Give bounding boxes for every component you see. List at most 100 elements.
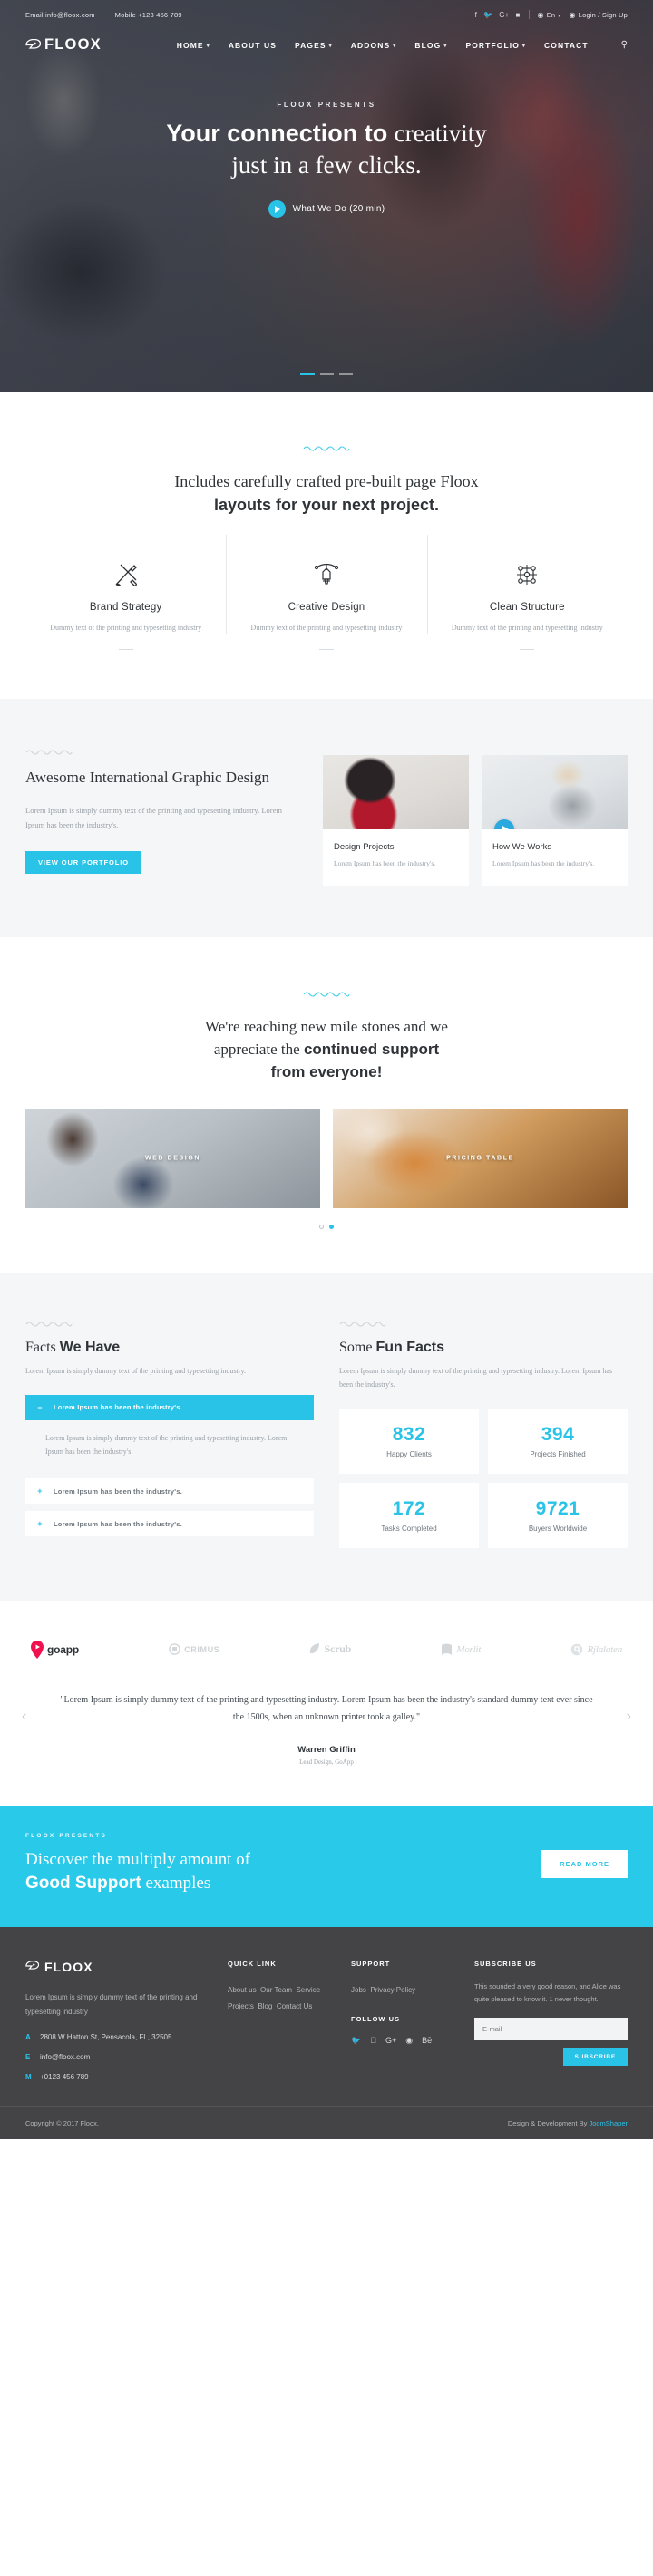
feature-list: Brand Strategy Dummy text of the printin… — [0, 535, 653, 699]
card-title: Design Projects — [334, 841, 395, 852]
testimonial-prev-arrow[interactable]: ‹ — [22, 1709, 26, 1724]
milestones-dot-2[interactable] — [329, 1225, 334, 1230]
pen-tool-icon — [246, 558, 406, 591]
login-label: Login / Sign Up — [578, 10, 628, 19]
credit-link[interactable]: JoomShaper — [589, 2119, 628, 2127]
dribbble-icon[interactable]: ◉ — [405, 2036, 413, 2046]
floox-bird-icon — [25, 1961, 41, 1972]
how-we-works-card[interactable]: How We Works Lorem Ipsum has been the in… — [482, 754, 628, 886]
graphic-design-description: Lorem Ipsum is simply dummy text of the … — [25, 805, 282, 830]
accordion-item-3[interactable]: + Lorem Ipsum has been the industry's. — [25, 1511, 314, 1537]
testimonial-next-arrow[interactable]: › — [627, 1709, 631, 1724]
footer-quick-link-heading: QUICK LINK — [228, 1959, 277, 1968]
hero-dot-1[interactable] — [300, 373, 315, 375]
credit-prefix: Design & Development By — [507, 2119, 590, 2128]
footer-link-contact-us[interactable]: Contact Us — [277, 2002, 313, 2010]
footer-link-projects[interactable]: Projects — [228, 2002, 254, 2010]
google-plus-icon[interactable]: G+ — [499, 11, 509, 19]
footer-mobile-row: M +0123 456 789 — [25, 2072, 211, 2084]
gallery-item-web-design[interactable]: WEB DESIGN — [25, 1109, 320, 1209]
footer-support-column: SUPPORT Jobs Privacy Policy FOLLOW US 🐦 … — [351, 1960, 458, 2083]
footer-link-jobs[interactable]: Jobs — [351, 1986, 366, 1994]
google-plus-icon[interactable]: G+ — [385, 2036, 396, 2046]
counter-buyers-worldwide: 9721 Buyers Worldwide — [488, 1482, 628, 1548]
gallery-item-pricing-table[interactable]: PRICING TABLE — [333, 1109, 628, 1209]
card-image — [323, 754, 469, 829]
accordion-body-1: Lorem Ipsum is simply dummy text of the … — [45, 1433, 288, 1457]
accordion-item-2[interactable]: + Lorem Ipsum has been the industry's. — [25, 1478, 314, 1505]
accordion-label: Lorem Ipsum has been the industry's. — [54, 1519, 182, 1528]
footer-follow-heading: FOLLOW US — [351, 2014, 400, 2023]
facebook-icon[interactable]: f — [475, 11, 477, 19]
footer-link-about-us[interactable]: About us — [228, 1986, 257, 1994]
view-portfolio-button[interactable]: VIEW OUR PORTFOLIO — [25, 850, 141, 874]
language-selector[interactable]: ◉ En ▾ — [538, 11, 561, 19]
footer-link-service[interactable]: Service — [296, 1986, 320, 1994]
accordion-item-1[interactable]: − Lorem Ipsum has been the industry's. — [25, 1394, 314, 1420]
subscribe-button[interactable]: SUBSCRIBE — [562, 2048, 628, 2067]
footer-logo[interactable]: FLOOX — [25, 1960, 211, 1974]
credit-text: Design & Development By JoomShaper — [508, 2119, 628, 2127]
footer-link-blog[interactable]: Blog — [258, 2002, 272, 2010]
footer-link-our-team[interactable]: Our Team — [260, 1986, 292, 1994]
nav-item-label: PAGES — [295, 40, 326, 50]
fun-facts-title: Some Fun Facts — [339, 1340, 628, 1356]
behance-icon[interactable]: Bē — [422, 2036, 432, 2046]
hero-dot-2[interactable] — [320, 373, 334, 375]
footer-brand-name: FLOOX — [44, 1959, 93, 1974]
footer-link-privacy-policy[interactable]: Privacy Policy — [370, 1986, 415, 1994]
nav-item-portfolio[interactable]: PORTFOLIO ▾ — [465, 41, 526, 50]
milestones-title: We're reaching new mile stones and we ap… — [0, 1015, 653, 1083]
hero-title-line2: just in a few clicks. — [231, 150, 422, 179]
twitter-icon[interactable]: 🐦 — [483, 11, 492, 19]
twitter-icon[interactable]: 🐦 — [351, 2036, 361, 2046]
facts-section: Facts We Have Lorem Ipsum is simply dumm… — [0, 1273, 653, 1601]
hero-dot-3[interactable] — [339, 373, 353, 375]
gd-title-light: Awesome — [25, 768, 90, 786]
login-signup-link[interactable]: ◉ Login / Sign Up — [570, 11, 628, 19]
ms-line-2-bold: continued support — [303, 1040, 440, 1058]
footer-subscribe-column: SUBSCRIBE US This sounded a very good re… — [474, 1960, 628, 2083]
play-icon[interactable] — [494, 818, 514, 829]
footer-support-heading: SUPPORT — [351, 1959, 391, 1968]
milestones-dot-1[interactable] — [319, 1225, 324, 1230]
nav-item-blog[interactable]: BLOG ▾ — [414, 41, 447, 50]
design-projects-card[interactable]: Design Projects Lorem Ipsum has been the… — [323, 754, 469, 886]
play-icon — [268, 200, 286, 218]
nav-item-about-us[interactable]: ABOUT US — [229, 41, 277, 50]
topbar-email: Email info@floox.com — [25, 10, 95, 19]
nav-item-pages[interactable]: PAGES ▾ — [295, 41, 333, 50]
feature-brand-strategy: Brand Strategy Dummy text of the printin… — [25, 549, 226, 650]
gd-title-bold: International Graphic — [89, 768, 222, 786]
floox-bird-icon — [25, 39, 41, 51]
footer-email-row[interactable]: E info@floox.com — [25, 2052, 211, 2064]
address-key: A — [25, 2032, 31, 2041]
facts-we-have-title: Facts We Have — [25, 1340, 314, 1356]
search-icon[interactable]: ⚲ — [621, 40, 628, 50]
nav-item-addons[interactable]: ADDONS ▾ — [351, 41, 397, 50]
read-more-button[interactable]: READ MORE — [541, 1850, 628, 1879]
subscribe-email-input[interactable] — [474, 2018, 628, 2041]
hero-copy: FLOOX PRESENTS Your connection to creati… — [0, 101, 653, 218]
chevron-down-icon: ▾ — [393, 44, 397, 49]
logo[interactable]: FLOOX — [25, 36, 102, 53]
counter-label: Projects Finished — [530, 1449, 586, 1458]
client-logo-crimus: CRIMUS — [169, 1643, 220, 1656]
hero-video-button[interactable]: What We Do (20 min) — [0, 200, 653, 218]
youtube-icon[interactable]: ■ — [515, 11, 520, 19]
minus-icon: − — [37, 1402, 43, 1412]
client-logo-scrub: Scrub — [309, 1642, 351, 1656]
facts-left-title-light: Facts — [25, 1340, 60, 1356]
nav-item-contact[interactable]: CONTACT — [544, 41, 589, 50]
feature-title: Clean Structure — [489, 602, 565, 614]
accordion-label: Lorem Ipsum has been the industry's. — [54, 1403, 182, 1412]
accordion-label: Lorem Ipsum has been the industry's. — [54, 1487, 182, 1496]
chevron-down-icon: ▾ — [521, 44, 527, 49]
gallery-label: PRICING TABLE — [446, 1155, 514, 1162]
nav-item-label: CONTACT — [544, 40, 589, 50]
facebook-icon[interactable]:  — [370, 2036, 376, 2046]
footer-social-icons: 🐦  G+ ◉ Bē — [351, 2036, 458, 2046]
main-navigation: FLOOX HOME ▾ ABOUT US PAGES ▾ ADDONS ▾ B… — [0, 24, 653, 53]
client-name: CRIMUS — [184, 1644, 220, 1654]
nav-item-home[interactable]: HOME ▾ — [177, 41, 210, 50]
